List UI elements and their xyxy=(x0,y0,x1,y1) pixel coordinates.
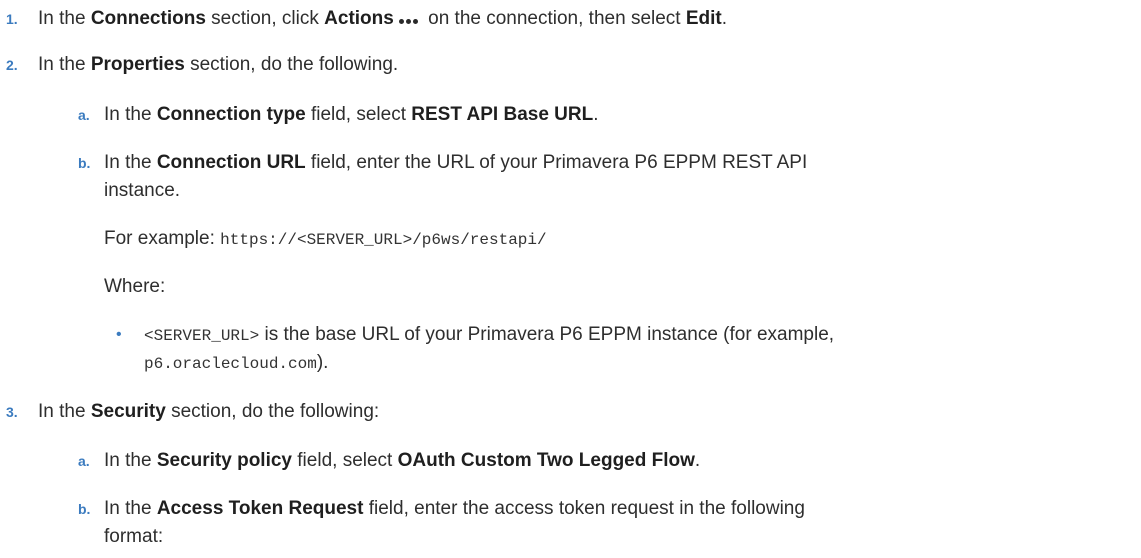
rest-api-base-url-term: REST API Base URL xyxy=(411,104,594,125)
bullet-text-line2: p6.oraclecloud.com). xyxy=(144,352,329,373)
security-term: Security xyxy=(90,401,166,422)
bullet-text: <SERVER_URL> is the base URL of your Pri… xyxy=(144,324,835,345)
substep-text: In the Connection URL field, enter the U… xyxy=(104,152,808,173)
oauth-flow-term: OAuth Custom Two Legged Flow xyxy=(397,450,695,471)
access-token-request-term: Access Token Request xyxy=(156,498,364,519)
bullet-icon: • xyxy=(116,326,122,343)
properties-term: Properties xyxy=(90,54,185,75)
substep-text: In the Connection type field, select RES… xyxy=(104,104,599,125)
step-text: In the Properties section, do the follow… xyxy=(38,54,399,75)
example-url-code: https://<SERVER_URL>/p6ws/restapi/ xyxy=(220,231,547,249)
substep-letter: a. xyxy=(78,107,90,123)
oraclecloud-code: p6.oraclecloud.com xyxy=(144,355,317,373)
substep-text-line2: instance. xyxy=(104,180,181,201)
step-number: 2. xyxy=(6,57,18,73)
actions-term: Actions xyxy=(324,8,394,30)
substep-text-line2: format: xyxy=(104,526,164,547)
substep-letter: a. xyxy=(78,453,90,469)
step-text: In the Security section, do the followin… xyxy=(38,401,380,422)
step-text: In the Connections section, click Action… xyxy=(38,4,727,34)
edit-term: Edit xyxy=(685,8,722,30)
substep-letter: b. xyxy=(78,155,91,171)
document-page: 1. In the Connections section, click Act… xyxy=(0,0,1141,558)
connection-url-term: Connection URL xyxy=(156,152,306,173)
step-number: 3. xyxy=(6,404,18,420)
server-url-code: <SERVER_URL> xyxy=(144,327,260,345)
substep-text: In the Security policy field, select OAu… xyxy=(104,450,701,471)
connections-term: Connections xyxy=(90,8,206,30)
security-policy-term: Security policy xyxy=(156,450,292,471)
substep-text: In the Access Token Request field, enter… xyxy=(104,498,805,519)
where-label: Where: xyxy=(104,276,166,297)
step-number: 1. xyxy=(6,11,18,27)
substep-letter: b. xyxy=(78,501,91,517)
connection-type-term: Connection type xyxy=(156,104,306,125)
more-actions-icon xyxy=(398,4,419,34)
example-label: For example: xyxy=(104,228,221,249)
